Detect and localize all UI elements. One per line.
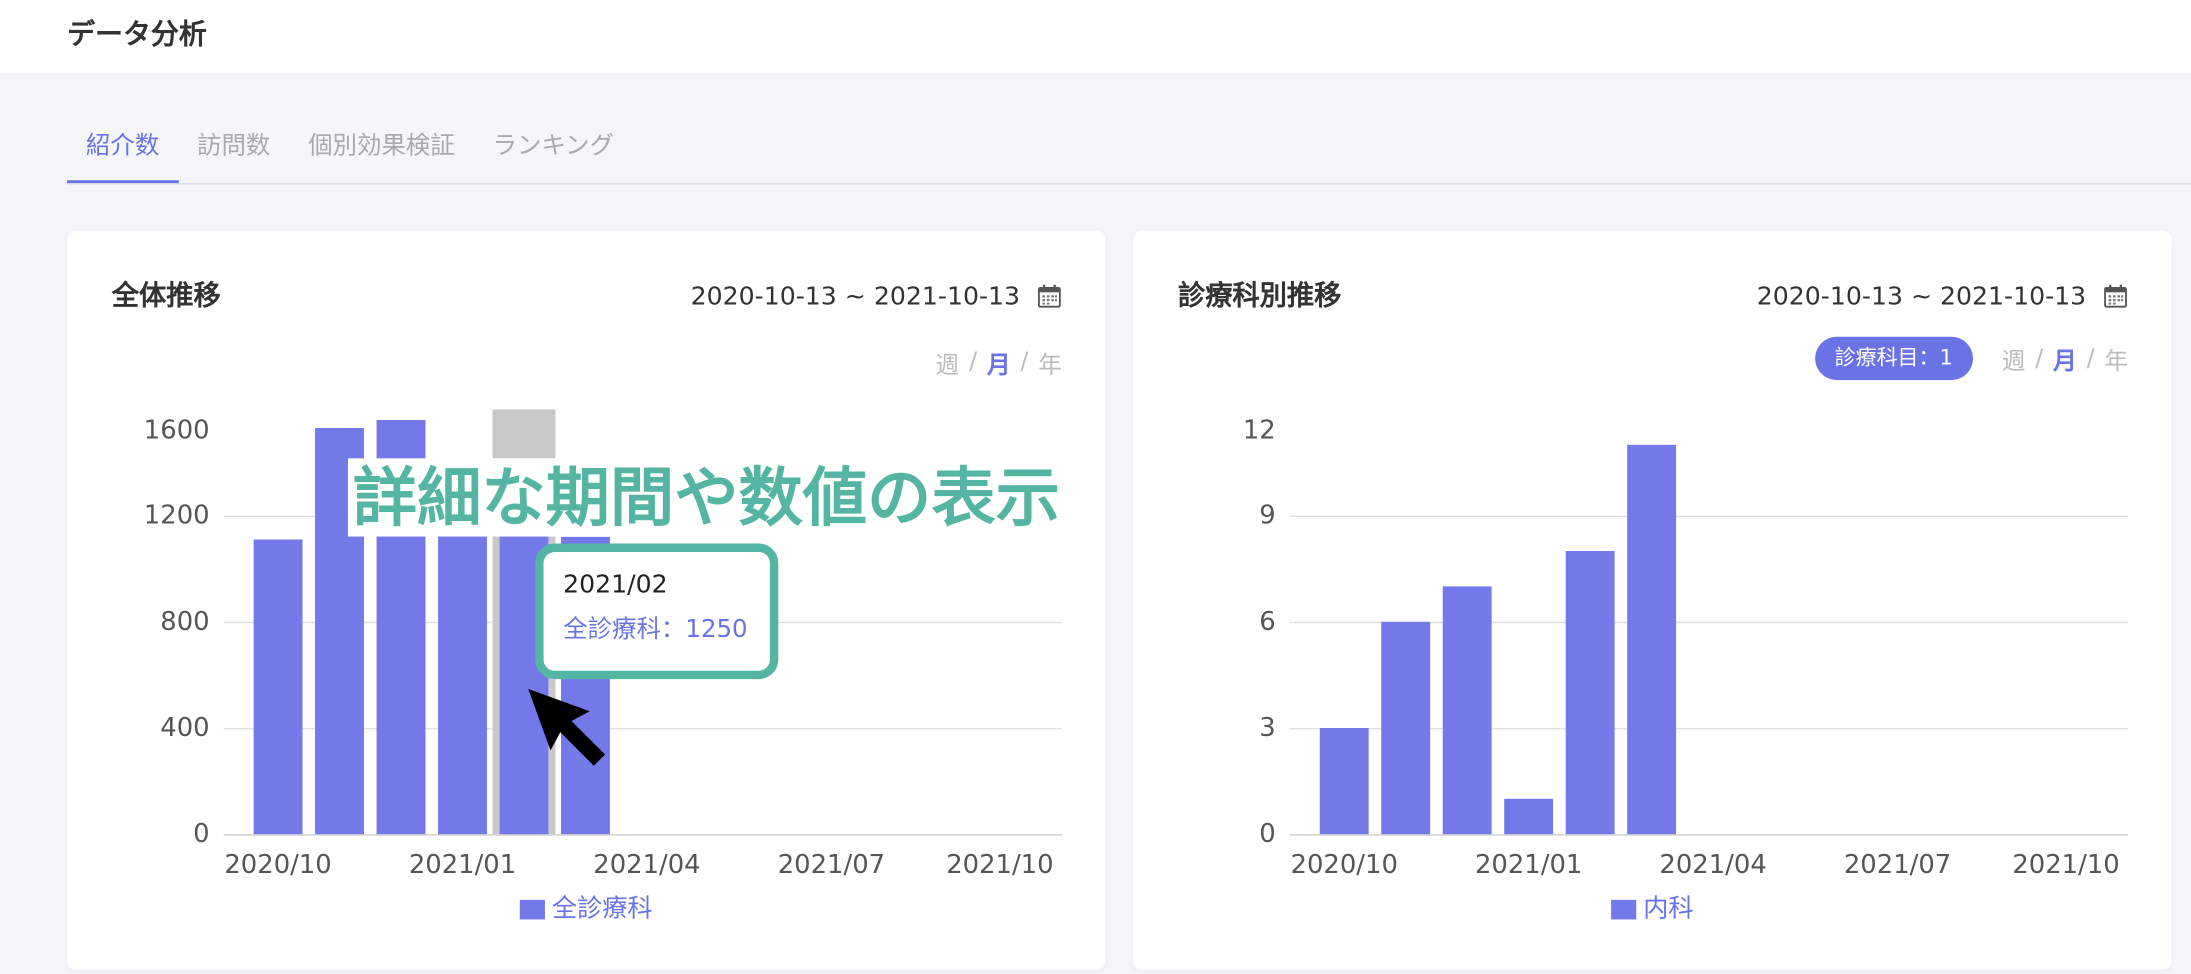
y-tick-label: 0 <box>193 819 209 849</box>
period-selector: 週 / 月 / 年 <box>2002 341 2128 376</box>
department-filter-badge[interactable]: 診療科目：1 <box>1815 336 1973 381</box>
bar[interactable] <box>1381 621 1431 835</box>
tab-referrals[interactable]: 紹介数 <box>67 119 179 184</box>
period-selector: 週 / 月 / 年 <box>936 344 1062 379</box>
department-trend-chart: 0 3 6 9 12 2020/10 2021/01 2021/04 2021/07 2021/1… <box>1243 415 2129 880</box>
y-tick-label: 0 <box>1259 819 1275 849</box>
tab-individual-effect[interactable]: 個別効果検証 <box>289 119 473 183</box>
page-title: データ分析 <box>67 16 207 51</box>
chart-legend[interactable]: 内科 <box>1133 890 2171 924</box>
analytics-page: データ分析 紹介数 訪問数 個別効果検証 ランキング 全体推移 2020-10-… <box>0 0 2191 974</box>
bar[interactable] <box>1565 551 1615 835</box>
bar[interactable] <box>253 539 303 835</box>
period-separator: / <box>1020 347 1029 376</box>
period-week[interactable]: 週 <box>936 344 960 379</box>
y-tick-label: 1200 <box>144 501 210 531</box>
calendar-icon[interactable] <box>1037 284 1062 309</box>
calendar-icon[interactable] <box>2103 284 2128 309</box>
chart-tooltip: 2021/02 全診療科：1250 <box>535 543 779 680</box>
card-title: 全体推移 <box>111 279 221 312</box>
period-month[interactable]: 月 <box>2053 341 2077 376</box>
x-tick-label: 2020/10 <box>1291 850 1398 880</box>
bar[interactable] <box>438 489 487 835</box>
tab-ranking[interactable]: ランキング <box>474 119 633 183</box>
period-selector-row: 診療科目：1 週 / 月 / 年 <box>1815 336 2128 381</box>
bar[interactable] <box>1627 444 1677 835</box>
period-separator: / <box>2035 344 2044 373</box>
period-week[interactable]: 週 <box>2002 341 2026 376</box>
y-tick-label: 400 <box>160 713 209 743</box>
legend-swatch <box>519 899 545 919</box>
period-selector-row: 週 / 月 / 年 <box>936 344 1062 379</box>
x-tick-label: 2021/04 <box>593 850 700 880</box>
y-tick-label: 1600 <box>144 415 210 445</box>
chart-legend[interactable]: 全診療科 <box>67 890 1105 924</box>
department-trend-card: 診療科別推移 2020-10-13 ~ 2021-10-13 診療科目：1 週 … <box>1133 230 2172 970</box>
tab-bar: 紹介数 訪問数 個別効果検証 ランキング <box>67 119 2191 185</box>
annotation-callout: 詳細な期間や数値の表示 <box>347 458 1065 537</box>
bar[interactable] <box>1442 586 1492 835</box>
y-tick-label: 9 <box>1259 501 1275 531</box>
legend-label: 全診療科 <box>551 894 653 924</box>
date-range-text: 2020-10-13 ~ 2021-10-13 <box>690 281 1021 311</box>
y-tick-label: 800 <box>160 607 209 637</box>
bar[interactable] <box>1504 798 1554 835</box>
period-year[interactable]: 年 <box>1038 344 1062 379</box>
date-range-picker[interactable]: 2020-10-13 ~ 2021-10-13 <box>1757 279 2128 313</box>
period-separator: / <box>2086 344 2095 373</box>
page-header: データ分析 <box>0 0 2191 73</box>
period-year[interactable]: 年 <box>2104 341 2128 376</box>
bar[interactable] <box>1319 728 1369 835</box>
y-tick-label: 3 <box>1259 713 1275 743</box>
period-month[interactable]: 月 <box>987 344 1011 379</box>
tooltip-title: 2021/02 <box>563 570 668 600</box>
tab-visits[interactable]: 訪問数 <box>178 119 289 183</box>
x-tick-label: 2021/01 <box>1475 850 1582 880</box>
x-tick-label: 2021/07 <box>778 850 885 880</box>
x-tick-label: 2021/10 <box>946 850 1053 880</box>
x-tick-label: 2021/07 <box>1844 850 1951 880</box>
x-tick-label: 2021/01 <box>409 850 516 880</box>
period-separator: / <box>969 347 978 376</box>
date-range-text: 2020-10-13 ~ 2021-10-13 <box>1756 281 2087 311</box>
y-tick-label: 12 <box>1243 415 1276 445</box>
x-tick-label: 2021/04 <box>1659 850 1766 880</box>
y-tick-label: 6 <box>1259 607 1275 637</box>
legend-label: 内科 <box>1643 894 1694 924</box>
date-range-picker[interactable]: 2020-10-13 ~ 2021-10-13 <box>691 279 1062 313</box>
card-title: 診療科別推移 <box>1177 279 1342 312</box>
tooltip-value: 全診療科：1250 <box>563 616 748 645</box>
legend-swatch <box>1611 899 1637 919</box>
x-tick-label: 2021/10 <box>2012 850 2119 880</box>
cursor-arrow-icon <box>528 688 606 766</box>
x-tick-label: 2020/10 <box>224 850 331 880</box>
